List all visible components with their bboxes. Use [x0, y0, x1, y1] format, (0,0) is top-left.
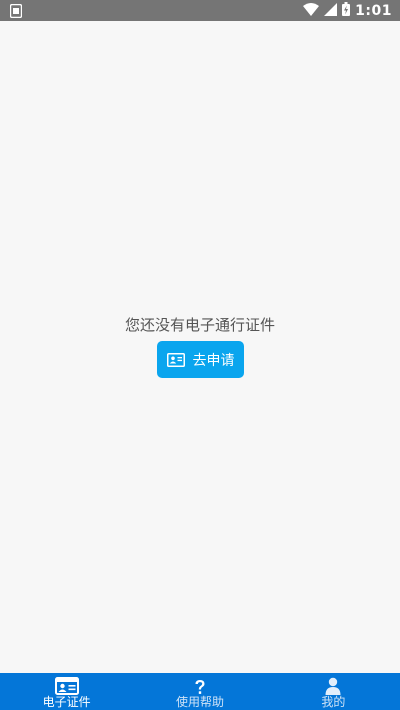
user-icon — [325, 675, 341, 695]
status-time: 1:01 — [355, 2, 392, 19]
empty-message: 您还没有电子通行证件 — [124, 316, 275, 334]
tab-label: 电子证件 — [42, 695, 91, 709]
status-bar: 1:01 — [0, 0, 400, 21]
apply-button-label: 去申请 — [192, 352, 235, 369]
tab-label: 使用帮助 — [175, 695, 224, 709]
battery-charging-icon — [342, 1, 351, 20]
id-card-icon — [54, 675, 79, 695]
tab-id-card[interactable]: 电子证件 — [0, 673, 133, 710]
tab-help[interactable]: 使用帮助 — [133, 673, 266, 710]
apply-button[interactable]: 去申请 — [157, 341, 244, 378]
wifi-icon — [303, 1, 320, 20]
bottom-tab-bar: 电子证件 使用帮助 我的 — [0, 673, 400, 710]
signal-icon — [324, 1, 338, 20]
question-icon — [194, 675, 206, 695]
id-card-icon — [166, 352, 185, 367]
tab-label: 我的 — [321, 695, 346, 709]
sim-icon — [9, 3, 23, 19]
tab-mine[interactable]: 我的 — [267, 673, 400, 710]
empty-state: 您还没有电子通行证件 — [0, 315, 400, 335]
